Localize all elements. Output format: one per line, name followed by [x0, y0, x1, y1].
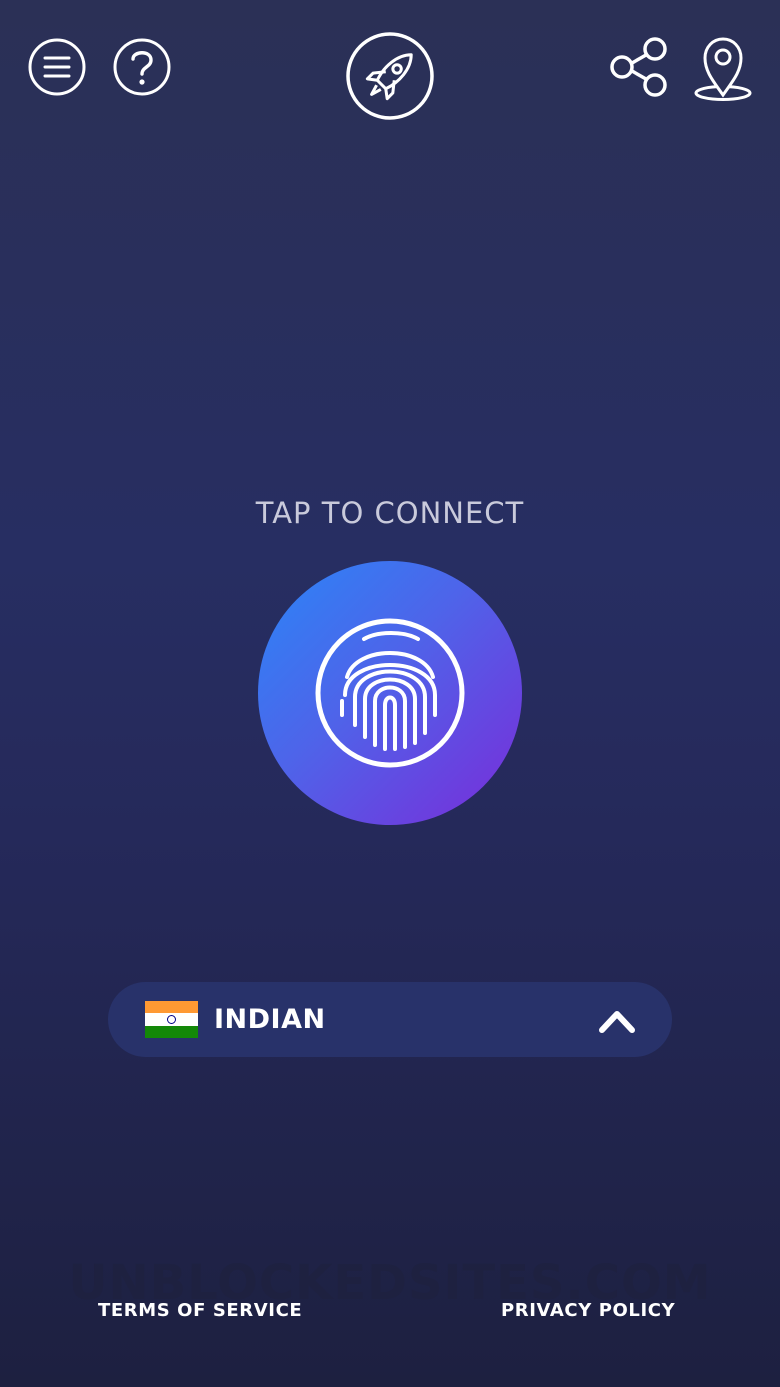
server-country-label: INDIAN [214, 1004, 326, 1035]
rocket-icon [346, 32, 434, 120]
boost-button[interactable] [344, 30, 436, 122]
menu-button[interactable] [27, 37, 87, 97]
connect-button[interactable] [258, 561, 522, 825]
menu-icon [28, 38, 86, 96]
help-button[interactable] [112, 37, 172, 97]
location-button[interactable] [692, 36, 754, 102]
top-bar [0, 0, 780, 140]
connect-status-label: TAP TO CONNECT [255, 496, 525, 530]
share-button[interactable] [608, 36, 670, 98]
server-selector[interactable]: INDIAN [108, 982, 672, 1057]
question-icon [113, 38, 171, 96]
fingerprint-icon [315, 618, 465, 768]
share-icon [610, 37, 667, 97]
location-pin-icon [694, 37, 752, 101]
terms-of-service-link[interactable]: TERMS OF SERVICE [98, 1300, 302, 1321]
chevron-up-icon[interactable] [598, 1006, 636, 1034]
privacy-policy-link[interactable]: PRIVACY POLICY [501, 1300, 675, 1321]
india-flag-icon [145, 1001, 198, 1038]
